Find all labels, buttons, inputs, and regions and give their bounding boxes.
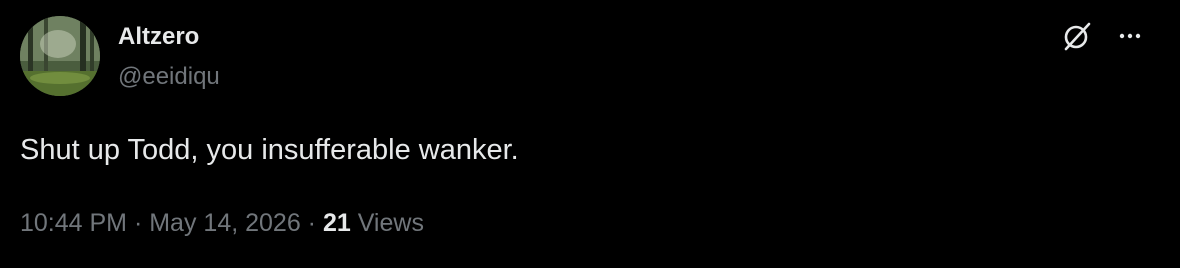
more-options-icon[interactable] [1110,16,1150,56]
author-display-name[interactable]: Altzero [118,22,199,52]
author-handle[interactable]: @eeidiqu [118,62,220,92]
tweet-meta: 10:44 PM · May 14, 2026 · 21 Views [20,205,424,241]
meta-separator: · [300,209,323,237]
tweet-text: Shut up Todd, you insufferable wanker. [20,134,519,166]
views-count: 21 [322,209,351,237]
forest-avatar-image [20,16,100,96]
views-label: Views [350,209,424,237]
meta-separator: · [127,209,150,237]
tweet-card: Altzero @eeidiqu Shut up Todd, you insuf… [0,0,1180,268]
grok-icon[interactable] [1058,16,1098,56]
avatar[interactable] [20,16,100,96]
tweet-time-link[interactable]: 10:44 PM [20,209,127,237]
tweet-date-link[interactable]: May 14, 2026 [149,209,301,237]
